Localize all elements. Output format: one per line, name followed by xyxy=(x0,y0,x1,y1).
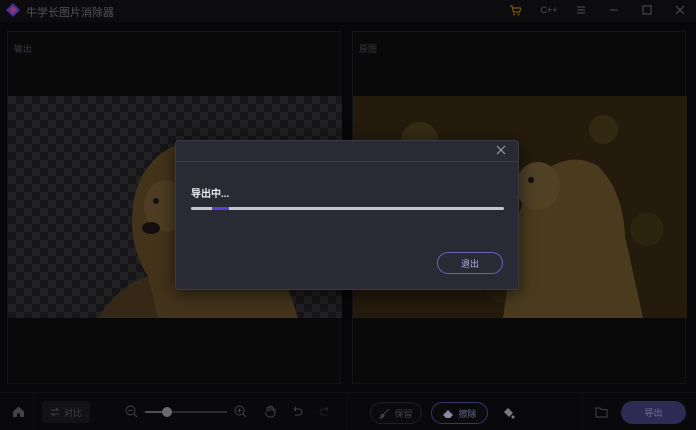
dialog-close-icon[interactable] xyxy=(494,144,508,158)
export-progress-fill xyxy=(191,207,229,210)
dialog-title: 导出中... xyxy=(191,189,230,200)
dialog-header xyxy=(176,141,518,162)
exit-button[interactable]: 退出 xyxy=(437,252,503,274)
export-progress-dialog: 导出中... 退出 xyxy=(175,140,519,290)
export-progress-bar xyxy=(191,207,504,210)
